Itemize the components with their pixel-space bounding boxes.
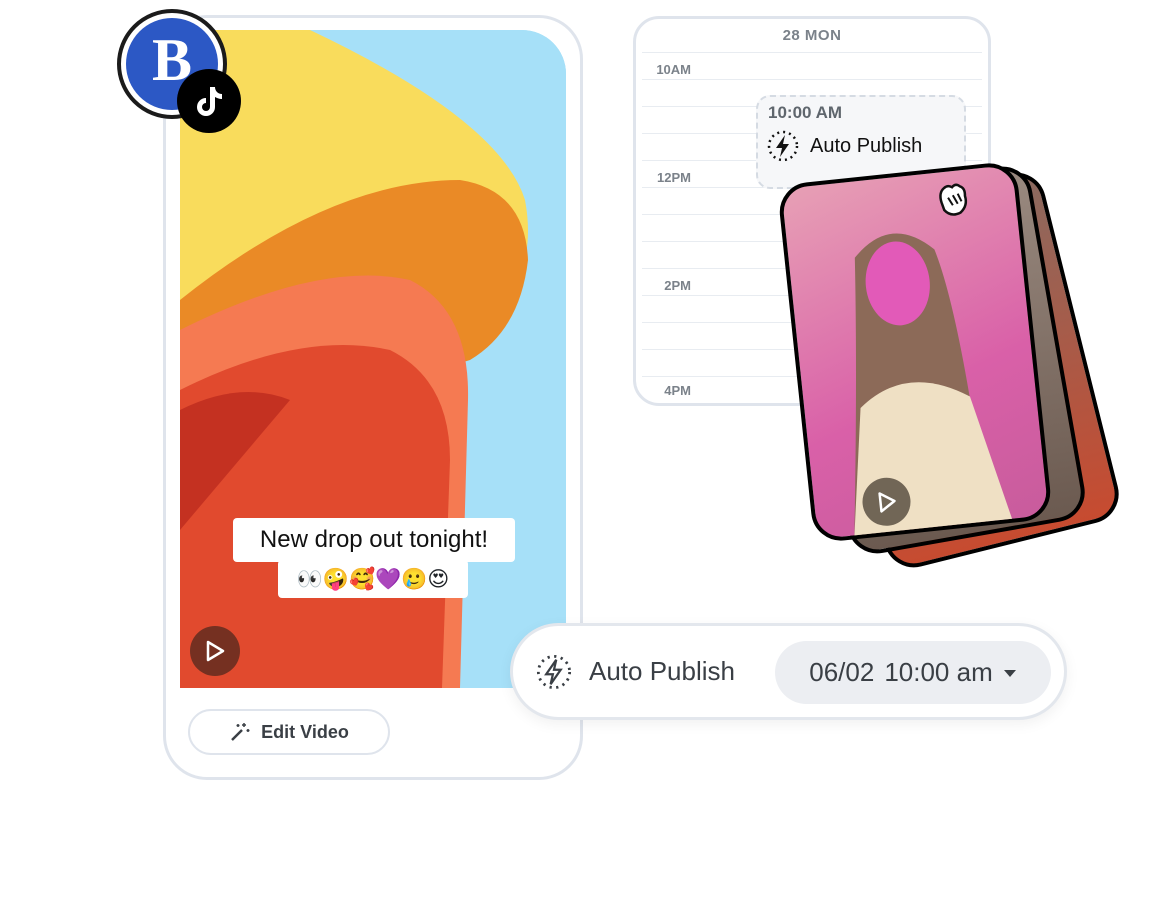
caption-emojis: 👀🤪🥰💜🥲😍 [278, 560, 468, 598]
auto-publish-bolt-icon [767, 130, 799, 162]
auto-publish-label: Auto Publish [589, 656, 735, 686]
hand-wave-icon [939, 183, 968, 216]
auto-publish-bar: Auto Publish 06/02 10:00 am [510, 623, 1067, 720]
time-label: 2PM [664, 278, 691, 293]
event-time: 10:00 AM [768, 103, 843, 122]
schedule-datetime-dropdown[interactable]: 06/02 10:00 am [775, 641, 1051, 704]
time-label: 12PM [657, 170, 691, 185]
event-label: Auto Publish [810, 134, 923, 157]
play-icon [878, 492, 896, 513]
magic-wand-icon [231, 723, 250, 741]
preview-video-card[interactable] [776, 160, 1054, 544]
time-label: 4PM [664, 383, 691, 398]
time-label: 10AM [656, 62, 691, 77]
edit-video-label: Edit Video [261, 721, 349, 742]
schedule-time: 10:00 am [884, 657, 993, 687]
caption-line: New drop out tonight! [233, 518, 515, 562]
calendar-day-header: 28 MON [782, 27, 842, 44]
play-button[interactable] [190, 626, 240, 676]
edit-video-button[interactable]: Edit Video [188, 709, 390, 755]
auto-publish-bolt-icon [536, 654, 572, 689]
person-photo [854, 233, 1014, 540]
play-icon [206, 640, 225, 662]
schedule-date: 06/02 [809, 657, 875, 687]
tiktok-icon [177, 69, 241, 133]
caret-down-icon [1003, 669, 1016, 677]
